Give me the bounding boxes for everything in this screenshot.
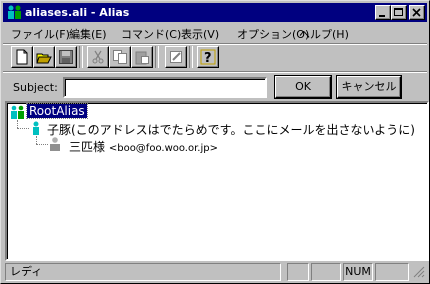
cut-button[interactable] [87, 46, 109, 68]
alias-tree[interactable]: RootAlias 子豚(このアドレスはでたらめです。ここにメールを出さないよう… [5, 101, 429, 261]
title-bar[interactable]: aliases.ali - Alias [3, 3, 427, 22]
alias-app-icon [6, 4, 23, 20]
menu-separator [3, 43, 427, 45]
open-button[interactable] [33, 46, 55, 68]
subject-label: Subject: [13, 81, 58, 94]
tree-line [36, 136, 37, 144]
save-icon [59, 50, 73, 64]
new-icon [16, 49, 28, 65]
tree-node-child[interactable]: 子豚(このアドレスはでたらめです。ここにメールを出さないように) [47, 121, 415, 138]
status-bar: レディ NUM [3, 262, 427, 282]
status-panel-scroll [375, 263, 409, 281]
resize-grip-icon[interactable] [413, 266, 425, 281]
contact-icon [49, 137, 61, 154]
menu-edit[interactable]: 編集(E) [69, 26, 107, 42]
close-button[interactable] [409, 5, 425, 20]
status-panel-2 [311, 263, 341, 281]
help-icon: ? [200, 49, 216, 65]
tree-node-leaf[interactable]: 三匹様 <boo@foo.woo.or.jp> [69, 138, 218, 155]
cut-icon [92, 50, 104, 64]
toolbar-separator [189, 46, 193, 68]
leaf-email: <boo@foo.woo.or.jp> [108, 143, 218, 154]
subject-input[interactable] [63, 77, 267, 98]
save-button[interactable] [55, 46, 77, 68]
svg-text:?: ? [204, 51, 212, 65]
open-icon [36, 53, 52, 64]
edit-icon [170, 51, 182, 63]
menu-help[interactable]: ヘルプ(H) [299, 26, 349, 42]
num-lock-indicator: NUM [343, 263, 373, 281]
minimize-button[interactable] [375, 5, 391, 20]
toolbar-separator [155, 46, 159, 68]
menu-view[interactable]: 表示(V) [181, 26, 219, 42]
ok-button[interactable]: OK [275, 76, 331, 98]
toolbar-separator [79, 46, 83, 68]
maximize-button[interactable] [391, 5, 407, 20]
paste-button[interactable] [131, 46, 153, 68]
help-button[interactable]: ? [197, 46, 219, 68]
menu-file[interactable]: ファイル(F) [11, 26, 70, 42]
cancel-button[interactable]: キャンセル [337, 76, 401, 98]
app-window: aliases.ali - Alias ファイル(F) 編集(E) コマンド(C… [0, 0, 430, 284]
menu-bar: ファイル(F) 編集(E) コマンド(C) 表示(V) オプション(O) ヘルプ… [5, 24, 425, 42]
new-button[interactable] [11, 46, 33, 68]
copy-button[interactable] [109, 46, 131, 68]
tree-line [17, 120, 18, 128]
toolbar-separator-line [3, 71, 427, 73]
window-title: aliases.ali - Alias [25, 6, 130, 19]
leaf-name: 三匹様 [69, 140, 106, 154]
edit-button[interactable] [165, 46, 187, 68]
paste-icon [135, 51, 149, 65]
tree-node-root[interactable]: RootAlias [26, 103, 88, 119]
status-panel-1 [287, 263, 309, 281]
tree-line [17, 128, 29, 129]
status-text: レディ [5, 263, 281, 281]
tree-line [36, 144, 48, 145]
menu-command[interactable]: コマンド(C) [121, 26, 181, 42]
copy-icon [113, 50, 127, 64]
